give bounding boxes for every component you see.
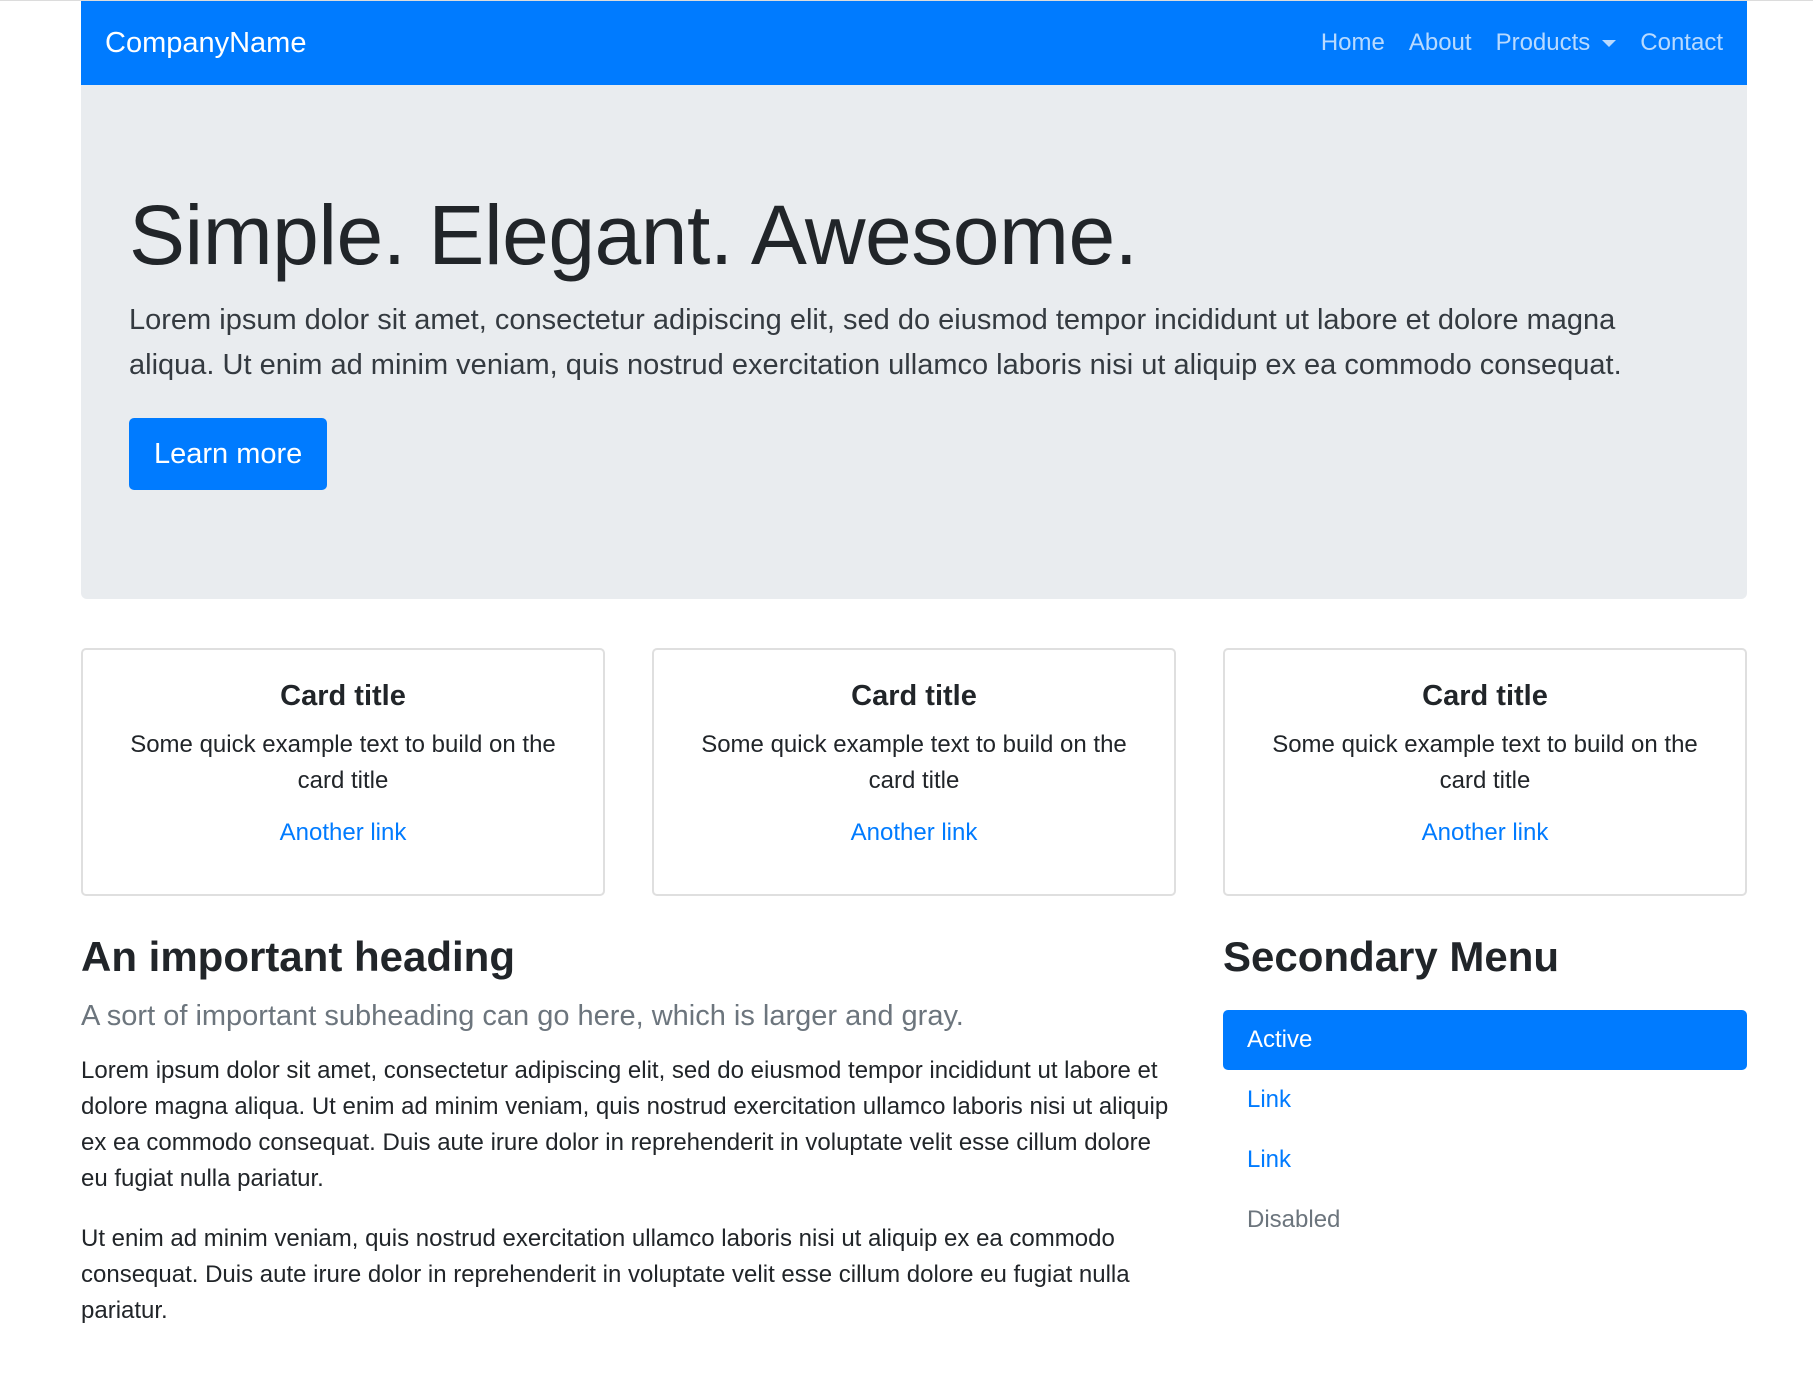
card-title: Card title [1422,680,1548,712]
menu-item-active[interactable]: Active [1223,1010,1747,1071]
nav-contact[interactable]: Contact [1640,29,1723,57]
card-title: Card title [851,680,977,712]
menu-item-link[interactable]: Link [1223,1130,1747,1190]
secondary-menu-heading: Secondary Menu [1223,933,1560,980]
main-subheading: A sort of important subheading can go he… [81,1000,964,1033]
menu-item-link[interactable]: Link [1223,1070,1747,1130]
card: Card title Some quick example text to bu… [81,648,605,896]
card-text: Some quick example text to build on the … [1272,731,1698,794]
menu-item-disabled: Disabled [1247,1206,1341,1234]
secondary-menu: Active Link Link Disabled [1223,1010,1747,1250]
nav-home[interactable]: Home [1321,29,1385,57]
sidebar-column: Secondary Menu Active Link Link Disabled [1223,933,1747,1329]
hero-title: Simple. Elegant. Awesome. [129,188,1138,282]
hero-lead: Lorem ipsum dolor sit amet, consectetur … [129,303,1622,381]
card-text: Some quick example text to build on the … [701,731,1127,794]
card-link[interactable]: Another link [280,819,407,847]
card-link[interactable]: Another link [1422,819,1549,847]
card-link[interactable]: Another link [851,819,978,847]
page-container: CompanyName Home About Products Contact … [81,1,1747,1329]
main-heading: An important heading [81,933,515,980]
main-paragraph: Lorem ipsum dolor sit amet, consectetur … [81,1057,1169,1193]
nav-products-dropdown[interactable]: Products [1496,29,1617,57]
nav-links: Home About Products Contact [1321,29,1723,57]
card-text: Some quick example text to build on the … [130,731,556,794]
card-row: Card title Some quick example text to bu… [81,648,1747,896]
main-paragraph: Ut enim ad minim veniam, quis nostrud ex… [81,1225,1130,1325]
card: Card title Some quick example text to bu… [1223,648,1747,896]
navbar: CompanyName Home About Products Contact [81,1,1747,85]
nav-about[interactable]: About [1409,29,1472,57]
main-column: An important heading A sort of important… [81,933,1176,1329]
card: Card title Some quick example text to bu… [652,648,1176,896]
content-section: An important heading A sort of important… [81,933,1747,1329]
nav-products-label: Products [1495,29,1591,56]
caret-down-icon [1602,39,1617,47]
learn-more-button[interactable]: Learn more [129,417,328,490]
card-title: Card title [280,680,406,712]
hero-jumbotron: Simple. Elegant. Awesome. Lorem ipsum do… [81,85,1747,599]
brand-logo[interactable]: CompanyName [105,27,306,60]
